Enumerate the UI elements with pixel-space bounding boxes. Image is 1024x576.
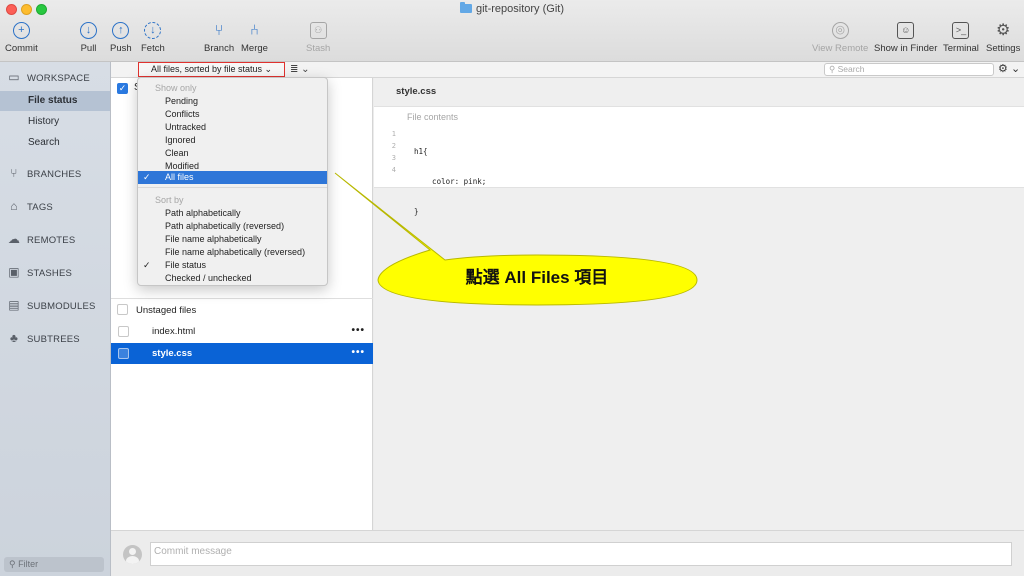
callout-text: 點選 All Files 項目 <box>465 268 609 287</box>
